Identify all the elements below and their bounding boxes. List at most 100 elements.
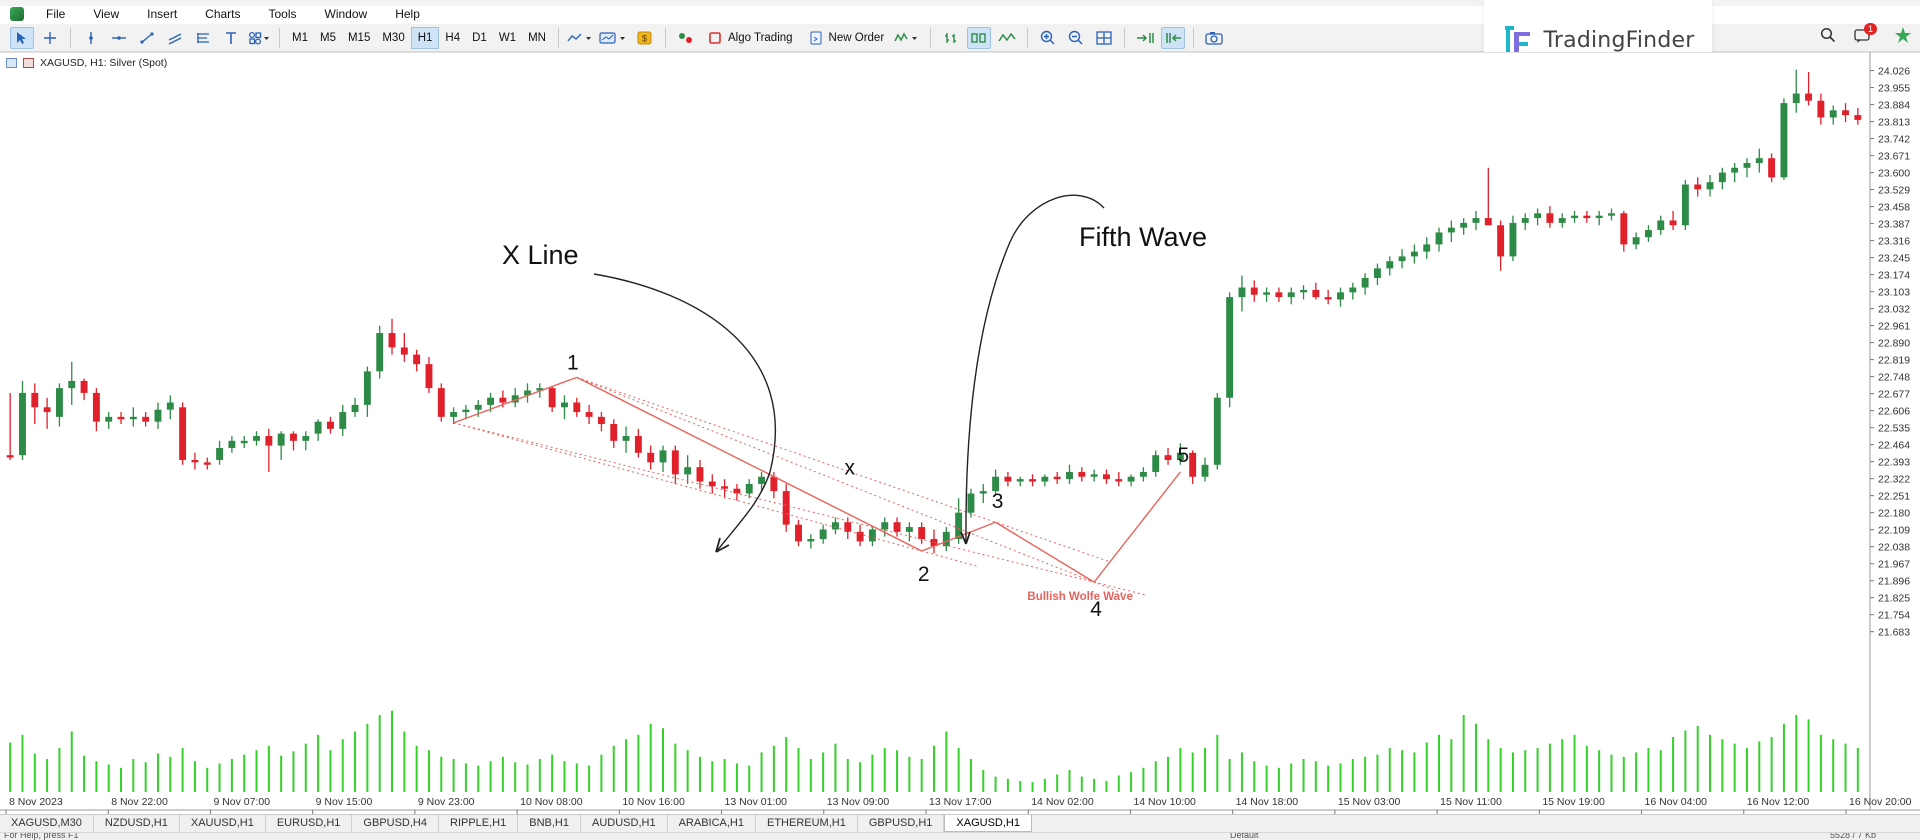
candle-bullish	[277, 433, 285, 446]
timeframe-h4[interactable]: H4	[439, 27, 466, 49]
y-tick-label: 23.671	[1878, 151, 1910, 163]
candle-bullish	[1139, 471, 1147, 477]
menu-insert[interactable]: Insert	[133, 7, 191, 21]
y-tick-label: 23.600	[1878, 168, 1910, 180]
timeframe-m30[interactable]: M30	[376, 27, 410, 49]
menu-tools[interactable]: Tools	[255, 7, 311, 21]
y-tick-label: 22.038	[1878, 542, 1910, 554]
community-button[interactable]	[1894, 26, 1912, 49]
menu-view[interactable]: View	[79, 7, 133, 21]
line-chart-button[interactable]	[995, 27, 1019, 49]
menu-help[interactable]: Help	[381, 7, 434, 21]
tab-xagusd-m30[interactable]: XAGUSD,M30	[0, 815, 94, 832]
search-button[interactable]	[1820, 27, 1836, 48]
tab-bnb-h1[interactable]: BNB,H1	[518, 815, 581, 832]
x-tick-label: 8 Nov 2023	[9, 796, 63, 808]
search-icon	[1820, 27, 1836, 43]
candle-bearish	[1546, 213, 1554, 223]
timeframe-m1[interactable]: M1	[286, 27, 314, 49]
candle-bearish	[1620, 213, 1628, 245]
signals-dropdown-button[interactable]	[894, 27, 922, 49]
y-tick-label: 22.677	[1878, 389, 1910, 401]
tab-gbpusd-h1[interactable]: GBPUSD,H1	[858, 815, 945, 832]
y-tick-label: 23.458	[1878, 202, 1910, 214]
x-tick-label: 16 Nov 20:00	[1849, 796, 1912, 808]
vertical-line-button[interactable]	[79, 27, 103, 49]
tab-eurusd-h1[interactable]: EURUSD,H1	[266, 815, 353, 832]
candle-bullish	[868, 529, 876, 542]
candle-bullish	[240, 440, 248, 444]
price-chart[interactable]: 24.026 23.955 23.884 23.813 23.742 23.671 23.6…	[0, 52, 1920, 814]
menu-window[interactable]: Window	[311, 7, 382, 21]
x-line-arrow	[593, 273, 776, 553]
tab-arabica-h1[interactable]: ARABICA,H1	[668, 815, 756, 832]
tab-gbpusd-h4[interactable]: GBPUSD,H4	[352, 815, 439, 832]
cursor-tool-button[interactable]	[10, 26, 34, 49]
timeframe-d1[interactable]: D1	[466, 27, 493, 49]
indicators-dropdown-button[interactable]	[567, 27, 595, 49]
screenshot-button[interactable]	[1202, 27, 1226, 49]
notifications-button[interactable]: 1	[1854, 23, 1878, 49]
shapes-dropdown-button[interactable]	[247, 27, 271, 49]
candle-bullish	[216, 448, 224, 460]
tab-ripple-h1[interactable]: RIPPLE,H1	[439, 815, 519, 832]
menu-file[interactable]: File	[32, 7, 79, 21]
zoom-out-button[interactable]	[1064, 27, 1088, 49]
channel-button[interactable]	[163, 27, 187, 49]
candle-bullish	[487, 397, 495, 405]
market-button[interactable]: $	[633, 27, 657, 49]
zoom-in-button[interactable]	[1036, 27, 1060, 49]
toolbar-separator	[279, 27, 280, 48]
x-tick-label: 15 Nov 19:00	[1542, 796, 1605, 808]
trendline-button[interactable]	[135, 27, 159, 49]
candle-bullish	[253, 436, 260, 441]
wolfe-wave-leg	[995, 521, 1095, 583]
candle-bullish	[1337, 292, 1344, 300]
tile-windows-button[interactable]	[1092, 27, 1116, 49]
y-tick-label: 23.387	[1878, 219, 1910, 231]
x-tick-label: 16 Nov 12:00	[1747, 796, 1810, 808]
candle-bearish	[782, 491, 790, 525]
candle-bearish	[1484, 218, 1492, 226]
candle-bearish	[573, 402, 581, 413]
one-click-trade-icon	[678, 32, 692, 43]
tab-audusd-h1[interactable]: AUDUSD,H1	[581, 815, 668, 832]
fibonacci-button[interactable]	[191, 27, 215, 49]
candle-bullish	[1608, 213, 1615, 216]
x-tick-label: 9 Nov 23:00	[418, 796, 475, 808]
candle-bullish	[1681, 184, 1689, 226]
algo-trading-button[interactable]: Algo Trading	[700, 27, 801, 49]
cursor-arrow-icon	[17, 31, 26, 44]
tab-nzdusd-h1[interactable]: NZDUSD,H1	[94, 815, 180, 832]
new-order-button[interactable]: New Order	[801, 27, 893, 49]
timeframe-h1[interactable]: H1	[410, 26, 440, 49]
text-tool-button[interactable]	[219, 27, 243, 49]
candlestick-chart-button[interactable]	[967, 26, 992, 49]
menu-charts[interactable]: Charts	[191, 7, 254, 21]
timeframe-mn[interactable]: MN	[522, 27, 552, 49]
candle-bullish	[1423, 244, 1431, 252]
crosshair-tool-button[interactable]	[38, 27, 62, 49]
candle-bearish	[43, 407, 51, 413]
chart-shift-button[interactable]	[1133, 27, 1157, 49]
candle-bearish	[918, 527, 926, 540]
horizontal-line-button[interactable]	[107, 27, 131, 49]
candle-bullish	[1558, 218, 1566, 223]
autoscroll-button[interactable]	[1161, 26, 1186, 49]
toolbar-right-icons: 1	[1820, 23, 1912, 49]
pattern-name-label: Bullish Wolfe Wave	[1027, 591, 1132, 603]
one-click-trading-button[interactable]	[674, 27, 698, 49]
templates-dropdown-button[interactable]	[599, 27, 629, 49]
timeframe-w1[interactable]: W1	[493, 27, 522, 49]
candle-bullish	[979, 491, 987, 494]
toolbar-separator	[557, 27, 559, 48]
candle-bullish	[745, 483, 753, 494]
menu-bar: File View Insert Charts Tools Window Hel…	[0, 4, 1480, 24]
bar-chart-button[interactable]	[939, 27, 963, 49]
tab-ethereum-h1[interactable]: ETHEREUM,H1	[756, 815, 858, 832]
tab-xagusd-h1[interactable]: XAGUSD,H1	[944, 815, 1032, 832]
timeframe-m5[interactable]: M5	[314, 27, 342, 49]
timeframe-m15[interactable]: M15	[342, 27, 376, 49]
candle-bearish	[1004, 476, 1012, 482]
tab-xauusd-h1[interactable]: XAUUSD,H1	[180, 815, 266, 832]
